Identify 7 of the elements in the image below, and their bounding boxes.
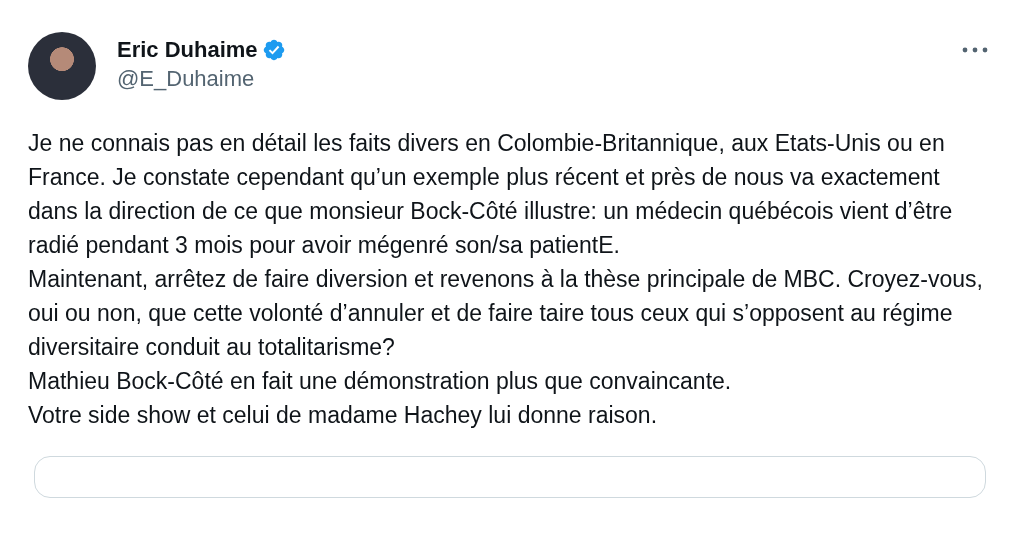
- tweet-text: Maintenant, arrêtez de faire diversion et revenons à la thèse principale de MBC. Croyez-vous, oui ou non, que cette volonté d’annuler et de faire taire tous ceux qui s’opposent au régime diversitaire conduit au totalitarisme?: [28, 265, 984, 362]
- author-name[interactable]: Eric Duhaime: [117, 36, 258, 64]
- author-handle[interactable]: @E_Duhaime: [117, 64, 286, 94]
- tweet-text: Mathieu Bock-Côté en fait une démonstration plus que convaincante.: [28, 367, 733, 396]
- tweet-text: Votre side show et celui de madame Hachey lui donne raison.: [28, 401, 659, 430]
- more-options-icon[interactable]: [962, 46, 988, 54]
- tweet-text: Je ne connais pas en détail les faits divers en Colombie-Britannique, aux Etats-Unis ou en France. Je constate cependant qu’un exemple plus récent et près de nous va exactement dans la direction de ce que monsieur Bock-Côté illustre: un médecin québécois vient d’être radié pendant 3 mois pour avoir mégenré son/sa patientE.: [28, 129, 954, 260]
